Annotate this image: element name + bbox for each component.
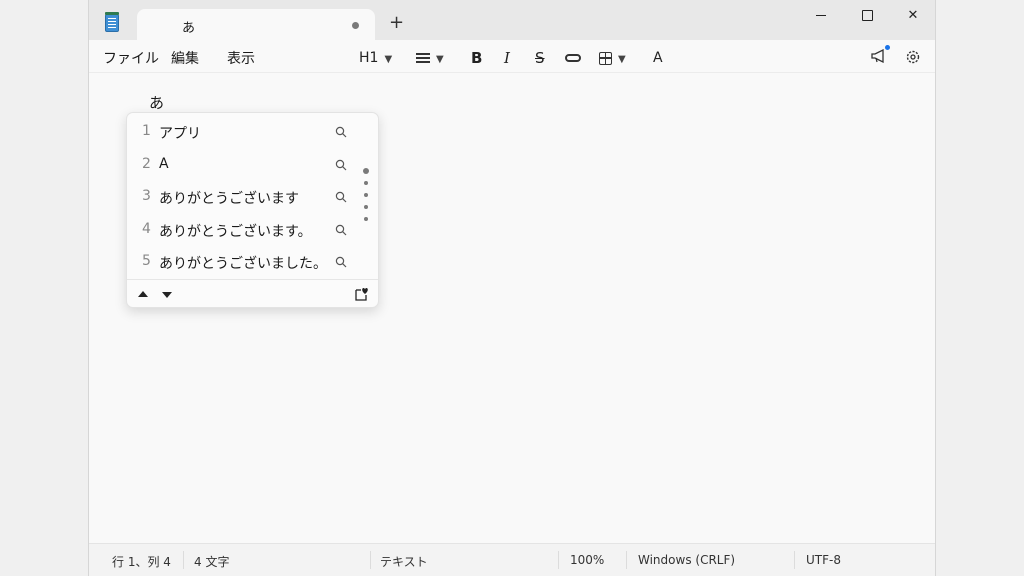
favorite-emoji-icon[interactable] — [355, 287, 369, 301]
menu-toolbar: ファイル 編集 表示 H1 ▼ ▼ B I S ▼ A — [89, 41, 935, 73]
list-icon — [416, 53, 430, 63]
candidate-number: 2 — [142, 156, 151, 172]
title-bar[interactable]: あ + ✕ — [89, 0, 935, 41]
page-dot — [364, 181, 368, 185]
strikethrough-button[interactable]: S — [535, 49, 545, 67]
candidate-item[interactable]: 3 ありがとうございます — [127, 180, 359, 212]
heading-dropdown[interactable]: H1 ▼ — [359, 49, 392, 67]
bold-button[interactable]: B — [471, 49, 482, 67]
link-icon — [565, 54, 581, 62]
candidate-item[interactable]: 1 アプリ — [127, 115, 359, 147]
previous-page-icon[interactable] — [138, 291, 148, 297]
encoding[interactable]: UTF-8 — [806, 553, 841, 567]
tab-document[interactable]: あ — [137, 9, 375, 41]
page-dot — [364, 217, 368, 221]
page-dot — [364, 205, 368, 209]
candidate-text: ありがとうございました。 — [159, 256, 327, 272]
divider — [626, 551, 627, 569]
divider — [794, 551, 795, 569]
candidate-number: 3 — [142, 188, 151, 204]
italic-button[interactable]: I — [504, 49, 510, 67]
list-dropdown[interactable]: ▼ — [416, 49, 444, 67]
notification-dot — [885, 45, 890, 50]
unsaved-dot-icon[interactable] — [352, 22, 359, 29]
editor-content[interactable]: あ — [149, 92, 164, 113]
spellcheck-icon: A — [653, 50, 663, 66]
candidate-text: アプリ — [159, 126, 201, 142]
chevron-down-icon: ▼ — [436, 54, 444, 65]
menu-view[interactable]: 表示 — [227, 48, 255, 68]
menu-edit[interactable]: 編集 — [171, 48, 199, 68]
spellcheck-button[interactable]: A — [653, 49, 663, 67]
table-dropdown[interactable]: ▼ — [599, 49, 626, 67]
divider — [183, 551, 184, 569]
table-icon — [599, 51, 612, 65]
new-tab-button[interactable]: + — [389, 14, 404, 32]
candidate-text: ありがとうございます。 — [159, 224, 312, 240]
candidate-number: 1 — [142, 123, 151, 139]
character-count: 4 文字 — [194, 555, 230, 569]
candidate-number: 5 — [142, 253, 151, 269]
heading-label: H1 — [359, 50, 379, 66]
candidate-item[interactable]: 4 ありがとうございます。 — [127, 213, 359, 245]
ime-candidate-window: 1 アプリ 2 A 3 ありがとうございます 4 ありがとうございます。 5 あ… — [126, 112, 379, 308]
search-icon[interactable] — [335, 256, 347, 268]
chevron-down-icon: ▼ — [618, 54, 626, 65]
divider — [558, 551, 559, 569]
search-icon[interactable] — [335, 126, 347, 138]
candidate-text: A — [159, 156, 169, 172]
zoom-level[interactable]: 100% — [570, 553, 604, 567]
notepad-app-icon — [105, 12, 119, 32]
candidate-text: ありがとうございます — [159, 191, 299, 207]
link-button[interactable] — [565, 49, 581, 67]
cursor-position: 行 1、列 4 — [112, 555, 171, 569]
gear-icon[interactable] — [905, 49, 921, 65]
divider — [370, 551, 371, 569]
search-icon[interactable] — [335, 159, 347, 171]
notepad-window: あ + ✕ ファイル 編集 表示 H1 ▼ ▼ B I S ▼ A あ 1 アプ… — [88, 0, 936, 576]
chevron-down-icon: ▼ — [384, 54, 393, 65]
megaphone-icon[interactable] — [871, 49, 887, 63]
page-dot — [364, 193, 368, 197]
tab-title: あ — [182, 21, 196, 36]
line-ending[interactable]: Windows (CRLF) — [638, 553, 735, 567]
next-page-icon[interactable] — [162, 292, 172, 298]
minimize-button[interactable] — [806, 6, 836, 26]
status-bar: 行 1、列 4 4 文字 テキスト 100% Windows (CRLF) UT… — [89, 543, 935, 576]
menu-file[interactable]: ファイル — [103, 48, 159, 68]
candidate-number: 4 — [142, 221, 151, 237]
maximize-button[interactable] — [852, 6, 882, 26]
candidate-item[interactable]: 5 ありがとうございました。 — [127, 245, 359, 277]
close-button[interactable]: ✕ — [898, 6, 928, 26]
candidate-item[interactable]: 2 A — [127, 148, 359, 180]
search-icon[interactable] — [335, 191, 347, 203]
search-icon[interactable] — [335, 224, 347, 236]
format-indicator[interactable]: テキスト — [380, 553, 428, 570]
ime-footer — [127, 279, 378, 309]
page-dot-active — [363, 168, 369, 174]
